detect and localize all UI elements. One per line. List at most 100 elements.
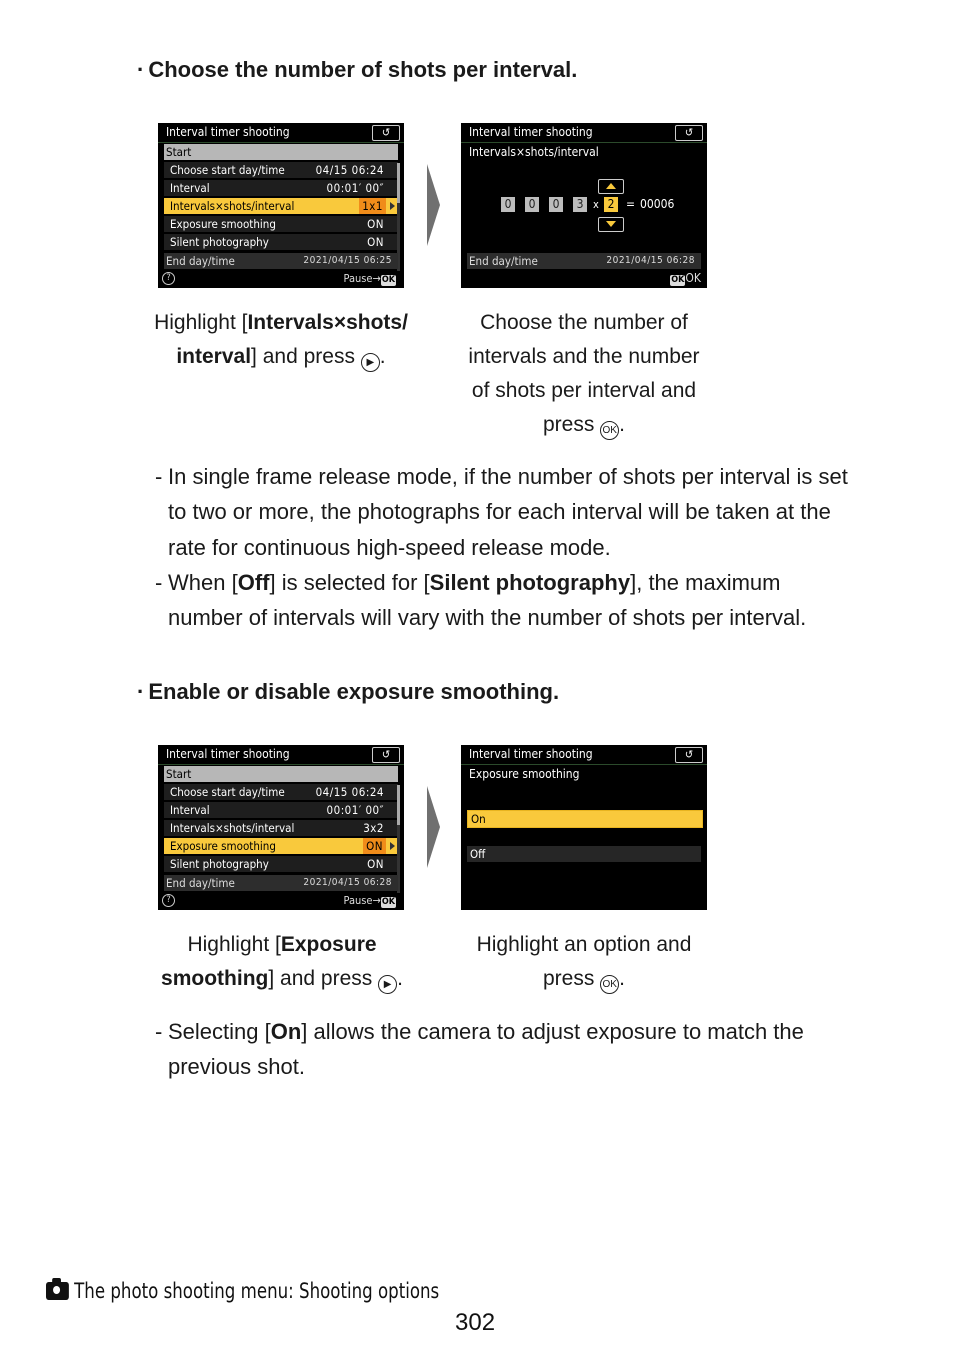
end-label: End day/time: [469, 254, 538, 268]
scrollbar-thumb[interactable]: [397, 163, 400, 203]
help-icon[interactable]: ?: [162, 894, 175, 907]
ok-label: OK: [685, 271, 701, 285]
back-icon[interactable]: ↺: [372, 747, 400, 763]
menu-item-intervals-shots[interactable]: Intervals×shots/interval 3x2: [164, 820, 398, 836]
end-label: End day/time: [166, 254, 235, 268]
heading-text: Choose the number of shots per interval.: [148, 57, 578, 82]
next-step-arrow-icon: [427, 786, 440, 868]
shots-digit[interactable]: 2: [604, 197, 618, 212]
menu-value: ON: [367, 857, 384, 871]
screen-title: Interval timer shooting: [469, 125, 593, 139]
caption-text: Highlight [: [187, 933, 281, 956]
camera-screen-exposure-smoothing: Interval timer shooting ↺ Exposure smoot…: [461, 745, 707, 910]
pause-hint: Pause→OK: [343, 894, 396, 908]
menu-label: Exposure smoothing: [170, 217, 276, 231]
menu-item-intervals-shots[interactable]: Intervals×shots/interval 1x1: [164, 198, 398, 214]
ok-hint: OKOK: [670, 271, 701, 286]
caption-text: intervals and the number: [468, 345, 700, 368]
menu-item-interval[interactable]: Interval 00:01′ 00″: [164, 802, 398, 818]
back-icon[interactable]: ↺: [675, 125, 703, 141]
caption-bold: Exposure: [280, 933, 377, 956]
menu-item-silent-photography[interactable]: Silent photography ON: [164, 856, 398, 872]
screen-title-bar: Interval timer shooting ↺: [461, 123, 707, 143]
menu-item-start[interactable]: Start: [164, 766, 398, 782]
menu-item-silent-photography[interactable]: Silent photography ON: [164, 234, 398, 250]
note-dash: -: [155, 569, 163, 595]
camera-screen-menu-2: Interval timer shooting ↺ Start Choose s…: [158, 745, 404, 910]
ok-button-icon: OK: [600, 975, 620, 994]
arrow-down-icon: [606, 221, 616, 227]
section-heading-exposure-smoothing: · Enable or disable exposure smoothing.: [137, 679, 559, 705]
option-off[interactable]: Off: [467, 846, 701, 862]
menu-item-exposure-smoothing[interactable]: Exposure smoothing ON: [164, 216, 398, 232]
screen-title-bar: Interval timer shooting ↺: [158, 123, 404, 143]
screen-subtitle: Exposure smoothing: [469, 767, 580, 781]
menu-label: Start: [166, 145, 192, 159]
caption-step-1: Highlight [Intervals×shots/ interval] an…: [150, 306, 412, 374]
screen-subtitle: Intervals×shots/interval: [469, 145, 599, 159]
menu-value: ON: [367, 235, 384, 249]
footer-section-link[interactable]: The photo shooting menu: Shooting option…: [46, 1278, 440, 1303]
note-text: Selecting [: [168, 1019, 271, 1044]
caption-text: press: [542, 413, 595, 436]
ok-button-icon: OK: [670, 275, 686, 286]
bullet-dot: ·: [137, 57, 145, 82]
menu-label: Silent photography: [170, 857, 269, 871]
caption-text: .: [619, 967, 626, 990]
multi-selector-right-icon: ▶: [360, 353, 380, 372]
help-icon[interactable]: ?: [162, 272, 175, 285]
menu-item-interval[interactable]: Interval 00:01′ 00″: [164, 180, 398, 196]
next-step-arrow-icon: [427, 164, 440, 246]
ok-button-icon: OK: [600, 421, 620, 440]
note-item: - Selecting [On] allows the camera to ad…: [155, 1014, 855, 1085]
caption-bold: interval: [176, 345, 252, 368]
interval-digit[interactable]: 3: [573, 197, 587, 212]
total-shots: 00006: [640, 197, 675, 211]
caption-text: .: [619, 413, 626, 436]
bullet-dot: ·: [137, 679, 145, 704]
back-icon[interactable]: ↺: [675, 747, 703, 763]
caption-text: Highlight [: [154, 311, 248, 334]
menu-label: Silent photography: [170, 235, 269, 249]
caption-bold: Intervals×shots/: [247, 311, 408, 334]
caption-text: Highlight an option and: [476, 933, 692, 956]
menu-value: ON: [367, 217, 384, 231]
menu-value: 04/15 06:24: [315, 785, 384, 799]
menu-item-start-day-time[interactable]: Choose start day/time 04/15 06:24: [164, 784, 398, 800]
option-label: Off: [470, 847, 486, 861]
heading-text: Enable or disable exposure smoothing.: [148, 679, 560, 704]
menu-item-start[interactable]: Start: [164, 144, 398, 160]
section-heading-shots-per-interval: · Choose the number of shots per interval…: [137, 57, 577, 83]
footer-section-title: The photo shooting menu: Shooting option…: [74, 1279, 440, 1303]
back-icon[interactable]: ↺: [372, 125, 400, 141]
scrollbar-thumb[interactable]: [397, 785, 400, 825]
note-bold: Silent photography: [429, 569, 631, 595]
caption-text: Choose the number of: [480, 311, 688, 334]
note-bold: On: [270, 1019, 302, 1044]
menu-label: Interval: [170, 803, 210, 817]
caption-text: .: [379, 345, 386, 368]
interval-digit[interactable]: 0: [549, 197, 563, 212]
option-on[interactable]: On: [467, 810, 703, 828]
caption-step-3: Highlight [Exposure smoothing] and press…: [146, 928, 418, 996]
note-dash: -: [155, 1019, 163, 1044]
menu-value: 00:01′ 00″: [326, 181, 384, 195]
screen-title: Interval timer shooting: [166, 125, 290, 139]
menu-item-exposure-smoothing[interactable]: Exposure smoothing ON: [164, 838, 398, 854]
interval-digit[interactable]: 0: [501, 197, 515, 212]
menu-label: Intervals×shots/interval: [170, 199, 295, 213]
menu-label: Intervals×shots/interval: [170, 821, 295, 835]
multi-selector-right-icon: ▶: [378, 975, 398, 994]
notes-section-2: - Selecting [On] allows the camera to ad…: [155, 1014, 855, 1085]
interval-digit[interactable]: 0: [525, 197, 539, 212]
pause-label: Pause→: [343, 272, 381, 285]
note-bold: Off: [237, 569, 270, 595]
caption-text: ] and press: [251, 345, 355, 368]
end-label: End day/time: [166, 876, 235, 890]
menu-item-start-day-time[interactable]: Choose start day/time 04/15 06:24: [164, 162, 398, 178]
menu-value: 3x2: [363, 821, 384, 835]
increment-button[interactable]: [598, 179, 624, 194]
decrement-button[interactable]: [598, 217, 624, 232]
camera-screen-menu-1: Interval timer shooting ↺ Start Choose s…: [158, 123, 404, 288]
end-day-time-row: End day/time 2021/04/15 06:28: [164, 875, 398, 891]
